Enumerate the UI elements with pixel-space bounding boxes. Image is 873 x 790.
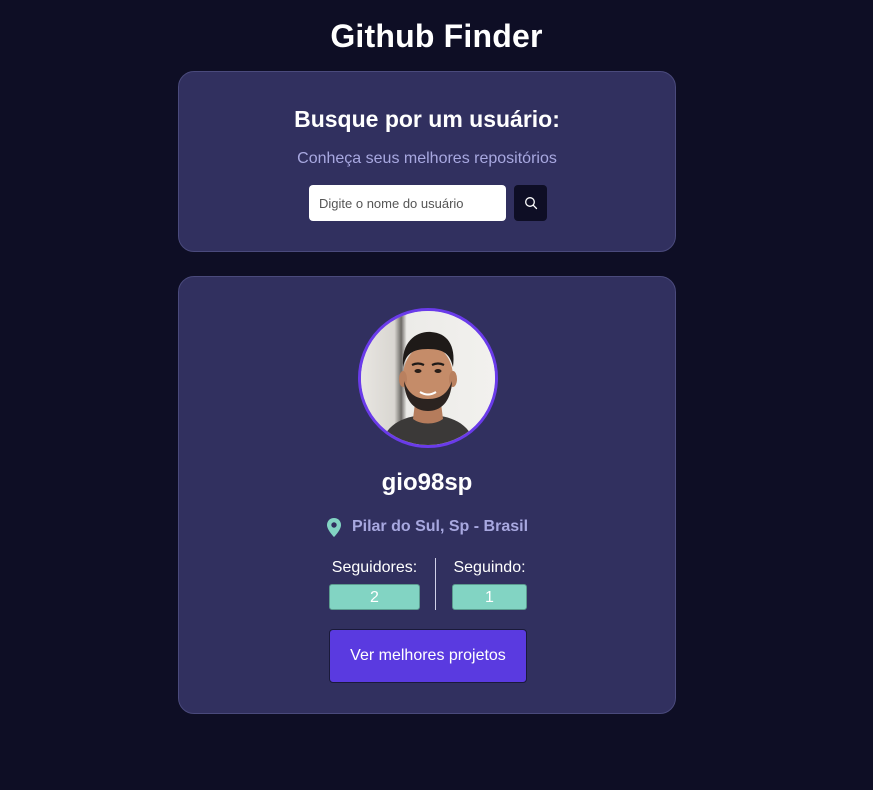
followers-stat: Seguidores: 2	[329, 558, 420, 610]
location-text: Pilar do Sul, Sp - Brasil	[351, 518, 529, 535]
search-button[interactable]	[514, 185, 547, 221]
followers-label: Seguidores:	[331, 559, 418, 576]
following-label: Seguindo:	[453, 559, 526, 576]
stats: Seguidores: 2 Seguindo: 1	[329, 558, 529, 612]
avatar	[358, 308, 498, 448]
search-icon	[524, 196, 538, 210]
search-card: Busque por um usuário: Conheça seus melh…	[178, 71, 676, 252]
profile-card: gio98sp Pilar do Sul, Sp - Brasil Seguid…	[178, 276, 676, 714]
following-count: 1	[452, 584, 527, 610]
location: Pilar do Sul, Sp - Brasil	[179, 516, 675, 538]
avatar-photo	[361, 311, 495, 445]
stats-divider	[435, 558, 436, 610]
search-subtitle: Conheça seus melhores repositórios	[297, 150, 557, 167]
following-stat: Seguindo: 1	[452, 558, 527, 610]
app-title: Github Finder	[330, 18, 543, 54]
search-input[interactable]	[309, 185, 506, 221]
view-projects-button[interactable]: Ver melhores projetos	[329, 629, 527, 683]
map-pin-icon	[326, 517, 342, 538]
username: gio98sp	[381, 469, 473, 496]
followers-count: 2	[329, 584, 420, 610]
search-heading: Busque por um usuário:	[294, 106, 560, 132]
